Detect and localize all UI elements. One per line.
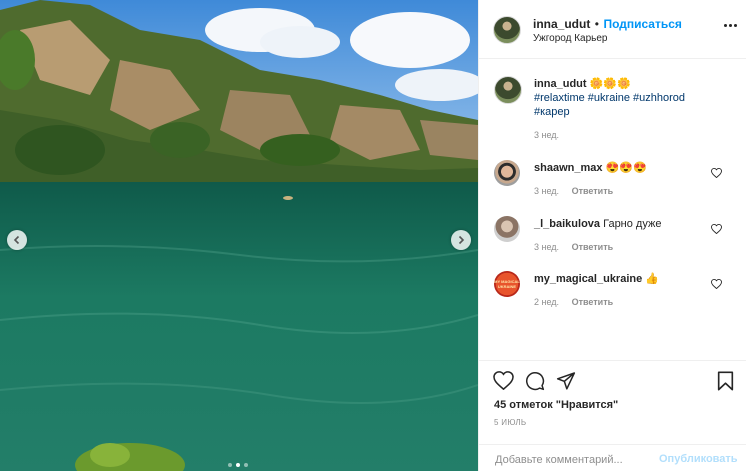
comment-text: shaawn_max 😍😍😍 — [534, 161, 724, 175]
chevron-right-icon — [458, 235, 465, 245]
comment-meta: 2 нед. Ответить — [534, 297, 613, 307]
avatar[interactable] — [494, 160, 520, 186]
share-icon[interactable] — [556, 371, 576, 390]
post-header: inna_udut • Подписаться Ужгород Карьер — [479, 0, 746, 59]
chevron-left-icon — [13, 235, 20, 245]
heart-icon[interactable] — [711, 168, 722, 178]
carousel-dot-active — [236, 463, 240, 467]
comment-text: my_magical_ukraine 👍 — [534, 272, 724, 286]
carousel-dot — [228, 463, 232, 467]
likes-count[interactable]: 45 отметок "Нравится" — [494, 399, 618, 411]
comment-item: _l_baikulova Гарно дуже 3 нед. Ответить — [494, 216, 739, 261]
comment-body: Гарно дуже — [603, 218, 662, 230]
caption-emoji: 🌼🌼🌼 — [589, 78, 631, 90]
follow-button[interactable]: Подписаться — [603, 17, 681, 31]
reply-button[interactable]: Ответить — [572, 186, 614, 196]
caption-time[interactable]: 3 нед. — [534, 130, 559, 140]
comment-body: 😍😍😍 — [605, 162, 647, 174]
separator: • — [594, 17, 599, 31]
caption-hashtag[interactable]: #карер — [534, 106, 570, 118]
heart-icon[interactable] — [711, 279, 722, 289]
avatar[interactable] — [493, 16, 521, 44]
avatar[interactable] — [494, 216, 520, 242]
more-horizontal-icon — [724, 24, 727, 27]
publish-button[interactable]: Опубликовать — [659, 453, 738, 465]
author-username[interactable]: inna_udut — [533, 17, 590, 31]
comment-time[interactable]: 2 нед. — [534, 297, 559, 307]
quarry-lake-image — [0, 0, 478, 471]
bookmark-icon[interactable] — [717, 371, 734, 391]
caption-hashtags[interactable]: #relaxtime #ukraine #uzhhorod — [534, 92, 685, 104]
comment-item: MY MAGICAL UKRAINE my_magical_ukraine 👍 … — [494, 271, 739, 316]
comment-time[interactable]: 3 нед. — [534, 242, 559, 252]
comment-text: _l_baikulova Гарно дуже — [534, 217, 724, 231]
reply-button[interactable]: Ответить — [572, 297, 614, 307]
header-user-line: inna_udut • Подписаться — [533, 15, 682, 33]
post-date[interactable]: 5 ИЮЛЬ — [494, 418, 526, 427]
carousel-indicator — [228, 463, 248, 467]
carousel-prev-button[interactable] — [7, 230, 27, 250]
more-options-button[interactable] — [724, 24, 737, 27]
comments-list: inna_udut 🌼🌼🌼 #relaxtime #ukraine #uzhho… — [479, 59, 746, 359]
caption: inna_udut 🌼🌼🌼 #relaxtime #ukraine #uzhho… — [494, 76, 739, 146]
reply-button[interactable]: Ответить — [572, 242, 614, 252]
comment-input[interactable] — [493, 451, 657, 469]
comment-icon[interactable] — [525, 371, 545, 391]
heart-icon[interactable] — [711, 224, 722, 234]
caption-text: inna_udut 🌼🌼🌼 #relaxtime #ukraine #uzhho… — [534, 77, 724, 119]
comment-meta: 3 нед. Ответить — [534, 186, 613, 196]
carousel-next-button[interactable] — [451, 230, 471, 250]
avatar-logo-text: MY MAGICAL UKRAINE — [494, 279, 520, 289]
post-side-panel: inna_udut • Подписаться Ужгород Карьер i… — [478, 0, 746, 471]
comment-username[interactable]: my_magical_ukraine — [534, 273, 642, 285]
location-link[interactable]: Ужгород Карьер — [533, 33, 608, 44]
avatar[interactable] — [494, 76, 522, 104]
comment-time[interactable]: 3 нед. — [534, 186, 559, 196]
comment-username[interactable]: shaawn_max — [534, 162, 602, 174]
heart-icon[interactable] — [493, 371, 514, 390]
comment-username[interactable]: _l_baikulova — [534, 218, 600, 230]
add-comment-bar: Опубликовать — [479, 444, 746, 473]
comment-item: shaawn_max 😍😍😍 3 нед. Ответить — [494, 160, 739, 205]
comment-body: 👍 — [645, 273, 659, 285]
comment-meta: 3 нед. Ответить — [534, 242, 613, 252]
post-actions: 45 отметок "Нравится" 5 ИЮЛЬ Опубликоват… — [479, 360, 746, 472]
post-photo[interactable] — [0, 0, 478, 471]
avatar[interactable]: MY MAGICAL UKRAINE — [494, 271, 520, 297]
carousel-dot — [244, 463, 248, 467]
caption-username[interactable]: inna_udut — [534, 78, 587, 90]
